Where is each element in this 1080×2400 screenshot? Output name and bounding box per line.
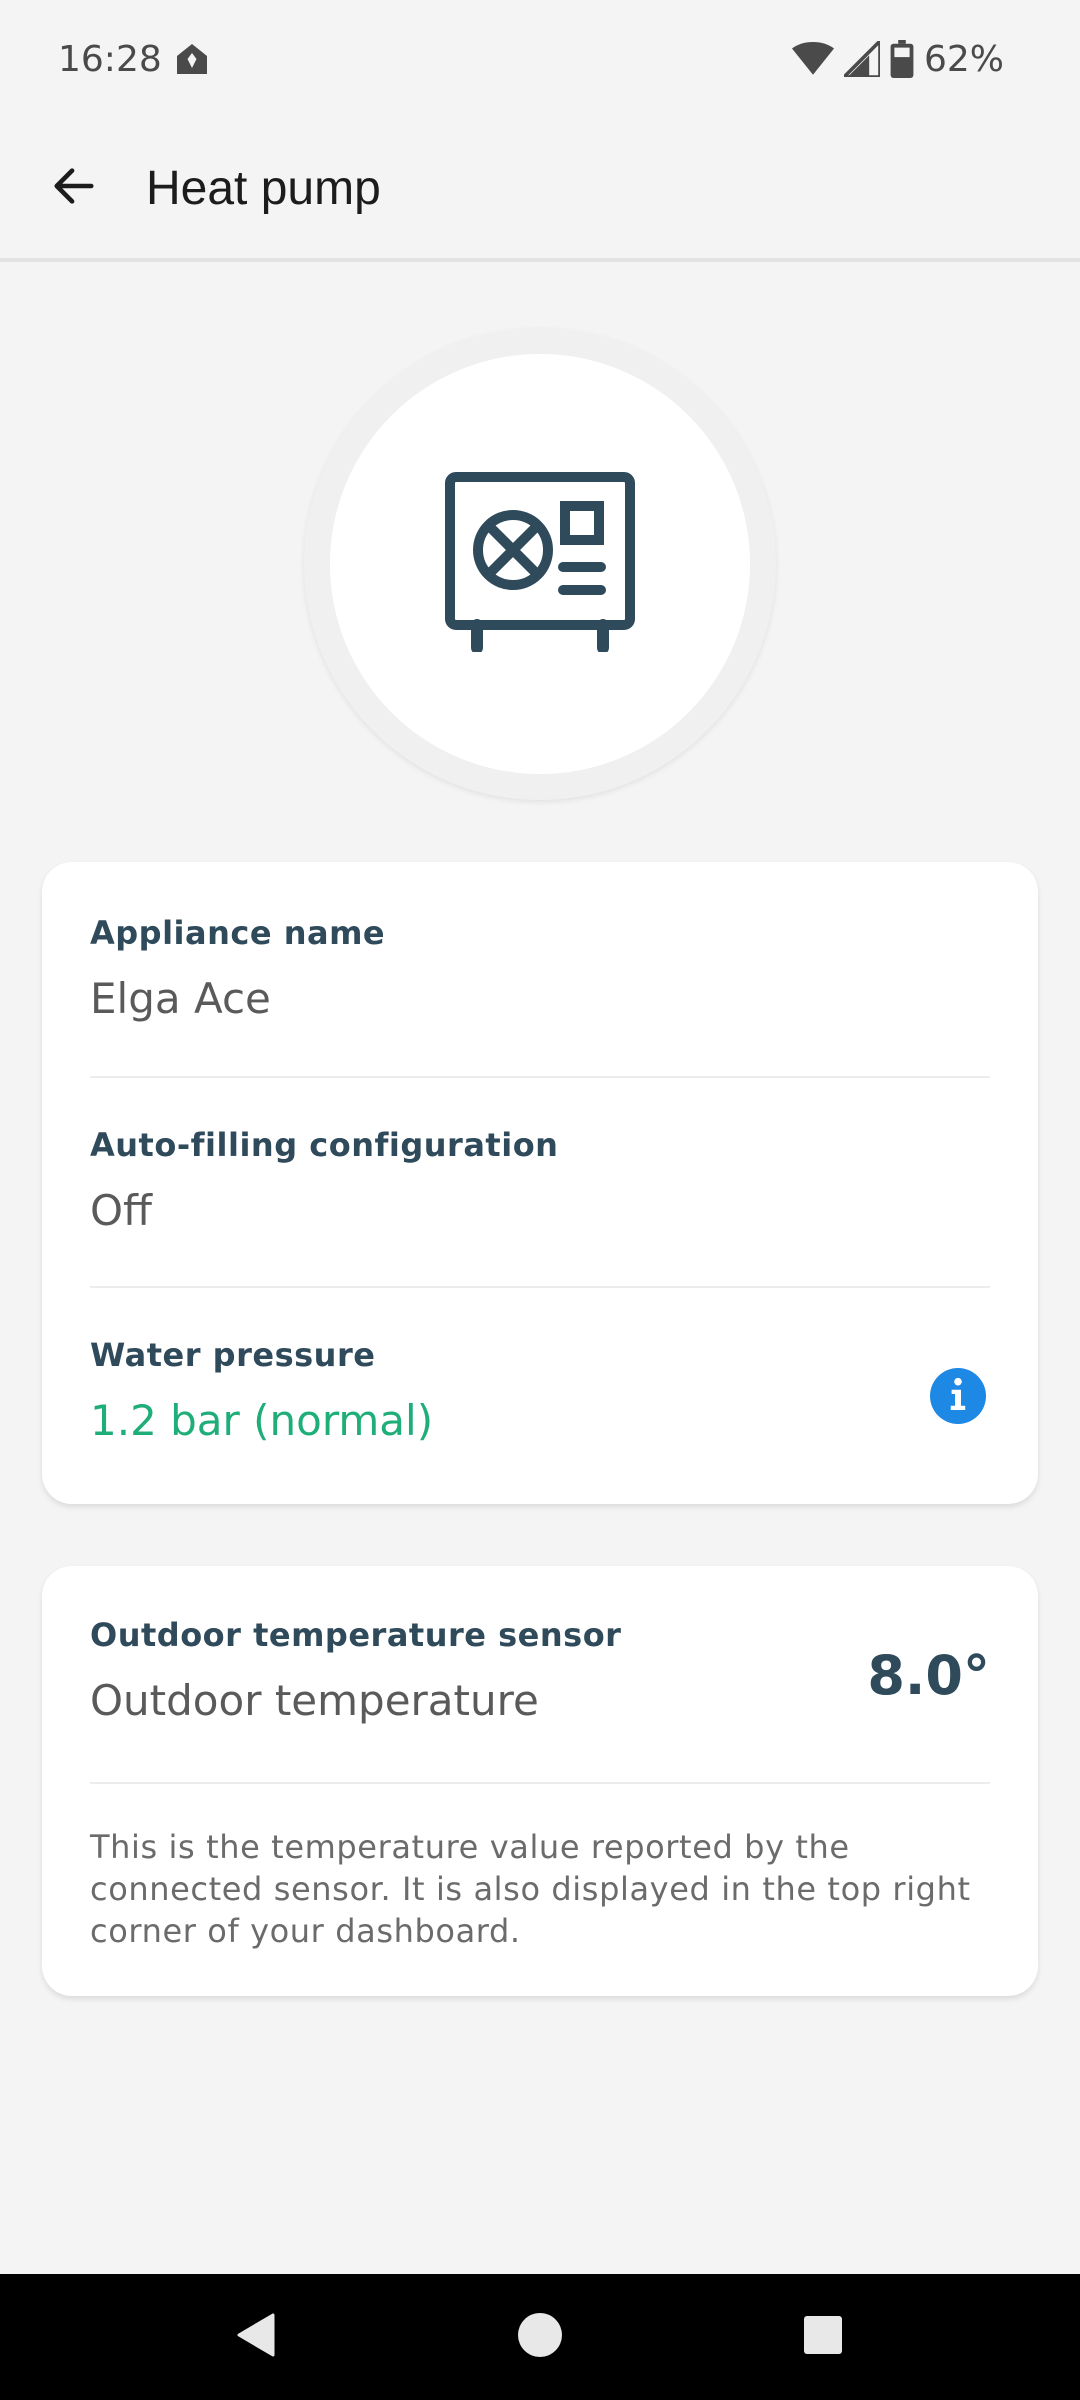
arrow-back-icon [51, 163, 97, 213]
appliance-details-card: Appliance name Elga Ace Auto-filling con… [42, 862, 1038, 1504]
auto-filling-label: Auto-filling configuration [90, 1126, 559, 1164]
auto-filling-value: Off [90, 1186, 152, 1235]
signal-icon [843, 41, 880, 77]
appliance-image-inner [330, 354, 750, 774]
page-title: Heat pump [146, 161, 381, 215]
outdoor-sensor-card: Outdoor temperature sensor Outdoor tempe… [42, 1566, 1038, 1996]
appliance-name-row[interactable]: Appliance name Elga Ace [90, 862, 990, 1078]
screen: 16:28 62% Heat pump Appliance name Elga … [0, 0, 1080, 2400]
sensor-label: Outdoor temperature sensor [90, 1616, 622, 1654]
heat-pump-icon [445, 472, 635, 656]
nav-back-icon [237, 2313, 277, 2361]
status-time: 16:28 [58, 38, 162, 80]
nav-home-icon [517, 2312, 563, 2362]
status-left: 16:28 [58, 39, 210, 80]
auto-filling-row[interactable]: Auto-filling configuration Off [90, 1078, 990, 1288]
appliance-image [304, 328, 776, 800]
nav-back-button[interactable] [212, 2292, 302, 2382]
nav-recents-icon [803, 2315, 843, 2359]
water-pressure-label: Water pressure [90, 1336, 376, 1374]
sensor-description: This is the temperature value reported b… [90, 1828, 971, 1950]
appliance-name-label: Appliance name [90, 914, 386, 952]
nav-recents-button[interactable] [778, 2292, 868, 2382]
battery-percent: 62% [923, 38, 1004, 80]
status-right: 62% [791, 38, 1004, 80]
back-button[interactable] [36, 150, 112, 226]
sensor-temperature-value: 8.0° [867, 1644, 990, 1707]
system-nav-bar [0, 2274, 1080, 2400]
nav-home-button[interactable] [495, 2292, 585, 2382]
water-pressure-row: Water pressure 1.2 bar (normal) [90, 1288, 990, 1500]
app-bar: Heat pump [0, 118, 1080, 262]
notification-icon [174, 41, 210, 77]
status-bar: 16:28 62% [0, 0, 1080, 118]
sensor-name: Outdoor temperature [90, 1676, 539, 1725]
wifi-icon [791, 41, 834, 77]
battery-icon [890, 40, 914, 78]
outdoor-sensor-row[interactable]: Outdoor temperature sensor Outdoor tempe… [90, 1566, 990, 1784]
info-icon [943, 1377, 973, 1415]
appliance-name-value: Elga Ace [90, 974, 271, 1023]
water-pressure-info-button[interactable] [930, 1368, 986, 1424]
water-pressure-value: 1.2 bar (normal) [90, 1396, 434, 1445]
